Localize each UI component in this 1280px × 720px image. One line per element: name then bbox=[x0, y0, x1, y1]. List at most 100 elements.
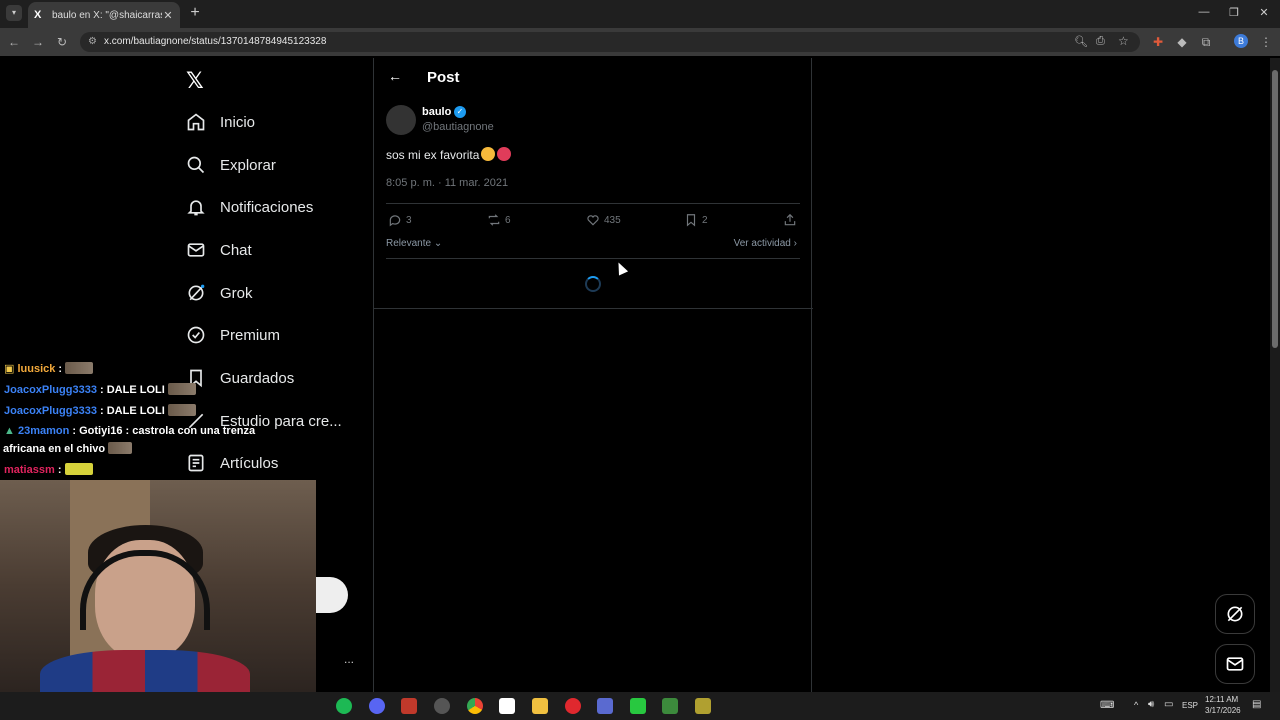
app-icon[interactable] bbox=[434, 698, 450, 714]
back-arrow-icon[interactable]: ← bbox=[388, 68, 402, 84]
author-avatar[interactable] bbox=[386, 105, 416, 135]
extension-icon[interactable]: ✚ bbox=[1150, 34, 1166, 50]
reply-count: 3 bbox=[406, 214, 412, 226]
post-timestamp[interactable]: 8:05 p. m. · 11 mar. 2021 bbox=[386, 177, 508, 189]
address-bar[interactable]: ⚙ x.com/bautiagnone/status/1370148784945… bbox=[80, 32, 1140, 52]
chat-message: ▣ luusick : bbox=[4, 362, 94, 375]
clock-date[interactable]: 3/17/2026 bbox=[1205, 706, 1241, 715]
chat-user: JoacoxPlugg3333 bbox=[4, 384, 97, 396]
post-button-partial[interactable] bbox=[316, 577, 348, 613]
page-scrollbar[interactable] bbox=[1270, 58, 1280, 692]
streamer-shirt bbox=[40, 650, 250, 692]
language-indicator[interactable]: ESP bbox=[1182, 701, 1198, 710]
clock-time[interactable]: 12:11 AM bbox=[1205, 695, 1238, 704]
repost-button[interactable]: 6 bbox=[487, 213, 511, 227]
chat-emote-image bbox=[167, 404, 196, 416]
site-info-icon[interactable]: ⚙ bbox=[88, 36, 97, 47]
app-icon[interactable] bbox=[597, 698, 613, 714]
extensions-puzzle-icon[interactable]: ⧉ bbox=[1198, 34, 1214, 50]
chat-text: africana en el chivo bbox=[3, 443, 106, 455]
minimize-icon[interactable]: — bbox=[1196, 6, 1212, 18]
profile-avatar[interactable]: B bbox=[1234, 34, 1248, 48]
tab-title: baulo en X: "@shaicarrasco sos… bbox=[52, 9, 162, 21]
sidebar-item-notificaciones[interactable]: Notificaciones bbox=[186, 192, 313, 222]
author-handle[interactable]: @bautiagnone bbox=[422, 121, 494, 133]
share-button[interactable] bbox=[783, 213, 797, 227]
more-options-icon[interactable]: ... bbox=[344, 652, 354, 666]
folder-icon[interactable] bbox=[532, 698, 548, 714]
activity-label: Ver actividad bbox=[733, 238, 791, 249]
network-icon[interactable]: ▭ bbox=[1164, 699, 1173, 710]
loading-spinner-icon bbox=[585, 276, 601, 292]
extension-icon-2[interactable]: ◆ bbox=[1174, 34, 1190, 50]
app-icon[interactable] bbox=[662, 698, 678, 714]
like-button[interactable]: 435 bbox=[586, 213, 621, 227]
sidebar-item-grok[interactable]: Grok bbox=[186, 278, 253, 308]
chat-user: JoacoxPlugg3333 bbox=[4, 405, 97, 417]
browser-tab[interactable]: X baulo en X: "@shaicarrasco sos… ✕ bbox=[28, 2, 180, 28]
chat-emote-image bbox=[64, 463, 93, 475]
chevron-down-icon: ⌄ bbox=[433, 238, 443, 249]
keyboard-icon[interactable]: ⌨ bbox=[1100, 700, 1114, 711]
view-activity-link[interactable]: Ver actividad › bbox=[734, 238, 797, 249]
restore-icon[interactable]: ❐ bbox=[1226, 6, 1242, 19]
app-icon[interactable] bbox=[499, 698, 515, 714]
notification-icon[interactable]: ▤ bbox=[1252, 699, 1261, 710]
chevron-up-icon[interactable]: ^ bbox=[1134, 700, 1138, 710]
sort-dropdown[interactable]: Relevante ⌄ bbox=[386, 238, 442, 249]
post-text-body: sos mi ex favorita bbox=[386, 148, 480, 162]
author-name[interactable]: baulo bbox=[422, 106, 451, 118]
install-icon[interactable]: ⎙ bbox=[1096, 35, 1105, 48]
divider bbox=[386, 258, 800, 259]
chat-text: DALE LOLI bbox=[106, 384, 165, 396]
chat-user: 23mamon bbox=[17, 425, 70, 437]
sidebar-item-label: Chat bbox=[220, 241, 252, 259]
sidebar-item-inicio[interactable]: Inicio bbox=[186, 107, 255, 137]
opera-icon[interactable] bbox=[565, 698, 581, 714]
reply-icon bbox=[389, 215, 401, 227]
new-tab-button[interactable]: + bbox=[186, 4, 204, 22]
sidebar-item-articulos[interactable]: Artículos bbox=[186, 448, 278, 478]
app-icon[interactable] bbox=[695, 698, 711, 714]
divider bbox=[386, 203, 800, 204]
like-count: 435 bbox=[604, 214, 621, 226]
bookmark-icon bbox=[686, 214, 696, 227]
chevron-right-icon: › bbox=[793, 238, 797, 249]
messages-fab-button[interactable] bbox=[1215, 644, 1255, 684]
grok-icon bbox=[1227, 606, 1243, 622]
kick-icon[interactable] bbox=[630, 698, 646, 714]
bookmark-button[interactable]: 2 bbox=[684, 213, 708, 227]
sidebar-item-premium[interactable]: Premium bbox=[186, 320, 280, 350]
reply-button[interactable]: 3 bbox=[388, 213, 412, 227]
tab-close-icon[interactable]: ✕ bbox=[162, 9, 174, 22]
home-icon bbox=[187, 113, 205, 131]
grok-fab-button[interactable] bbox=[1215, 594, 1255, 634]
discord-icon[interactable] bbox=[369, 698, 385, 714]
menu-dots-icon[interactable]: ⋮ bbox=[1258, 34, 1274, 50]
window-close-icon[interactable]: ✕ bbox=[1256, 6, 1272, 19]
tab-search-button[interactable]: ▾ bbox=[6, 5, 22, 21]
chat-emote-image bbox=[65, 362, 94, 374]
spotify-icon[interactable] bbox=[336, 698, 352, 714]
x-logo-icon[interactable]: 𝕏 bbox=[186, 68, 204, 94]
verified-icon bbox=[187, 326, 205, 344]
app-icon[interactable] bbox=[401, 698, 417, 714]
chat-message: JoacoxPlugg3333 : DALE LOLI bbox=[4, 383, 196, 396]
forward-icon[interactable]: → bbox=[30, 34, 46, 50]
mail-icon bbox=[1226, 657, 1244, 671]
article-icon bbox=[188, 454, 204, 472]
volume-icon[interactable]: 🔊︎ bbox=[1148, 699, 1154, 710]
sidebar-item-chat[interactable]: Chat bbox=[186, 235, 252, 265]
chat-message: JoacoxPlugg3333 : DALE LOLI bbox=[4, 404, 196, 417]
star-icon[interactable]: ☆ bbox=[1118, 34, 1129, 48]
back-icon[interactable]: ← bbox=[6, 34, 22, 50]
reload-icon[interactable]: ↻ bbox=[54, 34, 70, 50]
zoom-icon[interactable]: 🔍︎ bbox=[1074, 35, 1088, 48]
crown-badge-icon: ▣ bbox=[4, 363, 15, 375]
scrollbar-thumb[interactable] bbox=[1272, 70, 1278, 348]
sidebar-item-guardados[interactable]: Guardados bbox=[186, 363, 294, 393]
chat-text: Gotiyi16 : castrola con una trenza bbox=[79, 425, 256, 437]
sidebar-item-explorar[interactable]: Explorar bbox=[186, 150, 276, 180]
chrome-icon[interactable] bbox=[467, 698, 483, 714]
mail-icon bbox=[187, 243, 205, 257]
